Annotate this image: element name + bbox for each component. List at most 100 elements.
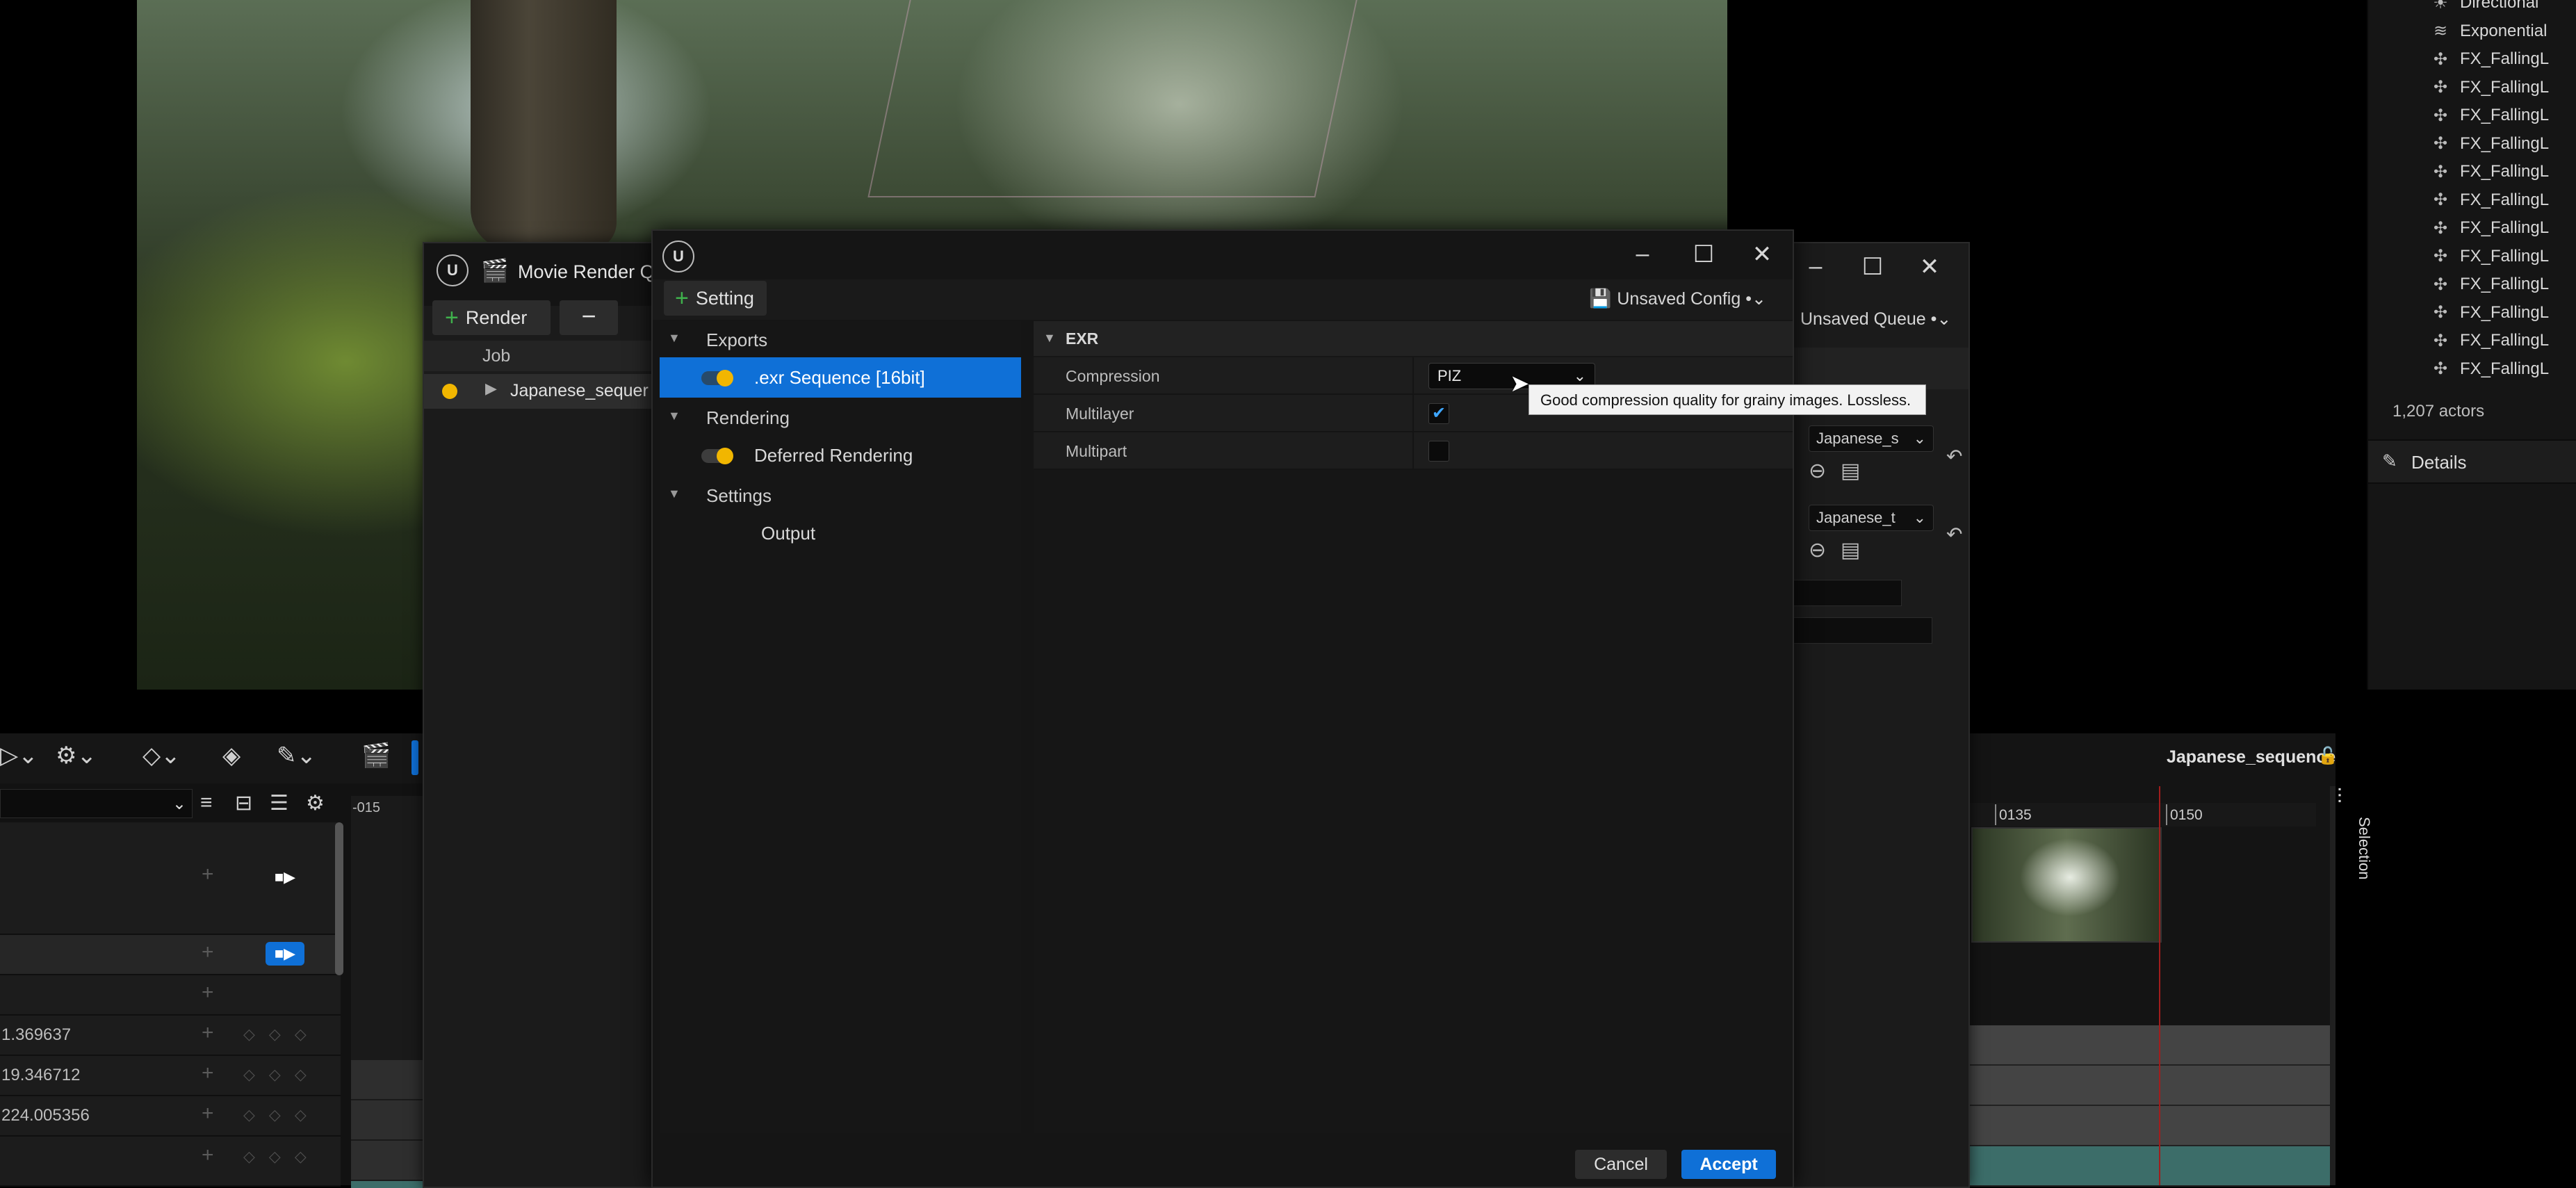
tree-category-rendering[interactable]: ▼ Rendering (660, 399, 1021, 435)
key-nav-icons[interactable]: ◇◇◇ (243, 1148, 320, 1166)
exr-section-header[interactable]: ▼ EXR (1034, 321, 1793, 356)
browse-back-icon[interactable]: ⊖ (1809, 538, 1826, 562)
camera-icon[interactable]: ■▶ (266, 865, 304, 889)
outliner-item[interactable]: ✣ FX_FallingL (2431, 186, 2549, 214)
transform-row-1[interactable]: 1.369637 + ◇◇◇ (0, 1016, 341, 1056)
unsaved-config-dropdown[interactable]: 💾 Unsaved Config •⌄ (1589, 288, 1766, 309)
sequencer-timeline-right[interactable]: Japanese_sequence 🔓 0135 0150 (1968, 733, 2338, 1187)
browse-back-icon[interactable]: ⊖ (1809, 459, 1826, 483)
add-key-icon[interactable]: ◈ (222, 742, 241, 770)
outliner-item[interactable]: ✣ FX_FallingL (2431, 130, 2549, 158)
setting-enabled-toggle[interactable] (701, 448, 733, 464)
outliner-item[interactable]: ✣ FX_FallingL (2431, 45, 2549, 73)
lock-icon[interactable]: 🔓 (2317, 746, 2338, 766)
unsaved-queue-dropdown[interactable]: Unsaved Queue •⌄ (1800, 309, 1951, 329)
revert-icon[interactable]: ↶ (1946, 445, 1962, 468)
browse-folder-icon[interactable]: ▤ (1841, 538, 1860, 562)
accept-button[interactable]: Accept (1681, 1150, 1776, 1179)
tree-item-output[interactable]: Output (660, 513, 1021, 553)
add-key-plus-icon[interactable]: + (202, 1144, 214, 1167)
track-value[interactable]: 19.346712 (1, 1066, 80, 1085)
collapse-caret-icon[interactable]: ▼ (668, 487, 680, 501)
collapse-icon[interactable]: ≡ (200, 791, 213, 815)
add-track-icon[interactable]: + (202, 941, 214, 964)
tree-category-exports[interactable]: ▼ Exports (660, 321, 1021, 357)
shot-thumbnail[interactable] (1971, 827, 2162, 943)
timeline-left[interactable]: -015 (351, 796, 434, 1188)
collapse-caret-icon[interactable]: ▼ (668, 331, 680, 345)
add-track-icon[interactable]: + (202, 981, 214, 1004)
tree-item-exr-sequence[interactable]: .exr Sequence [16bit] (660, 357, 1021, 398)
minimize-icon[interactable]: – (1802, 253, 1829, 280)
outliner-item[interactable]: ✣ FX_FallingL (2431, 74, 2549, 101)
transform-row-2[interactable]: 19.346712 + ◇◇◇ (0, 1056, 341, 1096)
job-enabled-toggle[interactable] (442, 384, 457, 399)
preset-dropdown-2[interactable]: Japanese_t ⌄ (1809, 505, 1934, 531)
output-field-1[interactable] (1792, 580, 1902, 606)
outliner-item[interactable]: ≋ Exponential (2431, 17, 2548, 45)
outliner-item[interactable]: ✣ FX_FallingL (2431, 214, 2549, 242)
transform-row-4[interactable]: + ◇◇◇ (0, 1137, 341, 1187)
maximize-icon[interactable]: ☐ (1859, 253, 1886, 281)
column-divider[interactable] (1412, 432, 1414, 469)
key-nav-icons[interactable]: ◇◇◇ (243, 1066, 320, 1084)
revert-icon[interactable]: ↶ (1946, 523, 1962, 546)
play-options-icon[interactable]: ▷⌄ (0, 742, 38, 770)
add-track-icon[interactable]: + (202, 863, 214, 886)
expand-icon[interactable]: ⊟ (235, 791, 252, 815)
column-divider[interactable] (1412, 395, 1414, 431)
collapse-caret-icon[interactable]: ▼ (668, 409, 680, 423)
details-tab[interactable]: ✎ Details (2368, 439, 2576, 484)
outliner-item[interactable]: ✣ FX_FallingL (2431, 243, 2549, 270)
outliner-item[interactable]: ✣ FX_FallingL (2431, 270, 2549, 298)
minimize-icon[interactable]: – (1629, 241, 1656, 268)
setting-enabled-toggle[interactable] (701, 370, 733, 386)
collapse-caret-icon[interactable]: ▼ (1043, 331, 1056, 345)
outliner-item[interactable]: ✣ FX_FallingL (2431, 355, 2549, 383)
remove-job-button[interactable]: − (560, 300, 618, 335)
camera-track-row[interactable]: + ■▶ (0, 822, 341, 935)
multilayer-checkbox[interactable]: ✔ (1428, 403, 1449, 424)
output-field-2[interactable] (1792, 617, 1932, 644)
render-movie-icon[interactable]: 🎬 (361, 742, 391, 770)
add-key-plus-icon[interactable]: + (202, 1102, 214, 1125)
track-scrollbar[interactable] (335, 822, 343, 975)
outliner-item[interactable]: ✣ FX_FallingL (2431, 158, 2549, 186)
gear-dropdown-icon[interactable]: ⚙⌄ (56, 742, 97, 770)
playhead[interactable] (2159, 786, 2160, 1185)
settings-icon[interactable]: ⚙ (306, 791, 325, 815)
expand-arrow-icon[interactable]: ▶ (485, 380, 497, 398)
cancel-button[interactable]: Cancel (1575, 1150, 1667, 1179)
track-value[interactable]: 1.369637 (1, 1025, 71, 1045)
multipart-checkbox[interactable] (1428, 441, 1449, 462)
add-render-button[interactable]: + Render (432, 300, 551, 335)
key-dropdown-icon[interactable]: ◇⌄ (142, 742, 181, 770)
outliner-item[interactable]: ✣ FX_FallingL (2431, 327, 2549, 355)
job-row[interactable]: ▶ Japanese_sequer (424, 374, 653, 409)
key-nav-icons[interactable]: ◇◇◇ (243, 1025, 320, 1043)
key-nav-icons[interactable]: ◇◇◇ (243, 1106, 320, 1124)
time-ruler[interactable]: 0135 0150 (1968, 803, 2316, 827)
outliner-item[interactable]: ✣ FX_FallingL (2431, 101, 2549, 129)
selection-tab[interactable]: ⫶ Selection (2330, 786, 2373, 925)
add-setting-button[interactable]: + Setting (664, 281, 767, 316)
track-value[interactable]: 224.005356 (1, 1106, 90, 1125)
column-divider[interactable] (1412, 357, 1414, 393)
close-icon[interactable]: ✕ (1916, 253, 1943, 281)
camera-active-icon[interactable]: ■▶ (266, 942, 304, 966)
maximize-icon[interactable]: ☐ (1690, 241, 1718, 268)
curve-editor-icon[interactable]: ✎⌄ (277, 742, 316, 770)
add-key-plus-icon[interactable]: + (202, 1021, 214, 1045)
dialog-titlebar[interactable]: U – ☐ ✕ (653, 231, 1793, 279)
close-icon[interactable]: ✕ (1748, 241, 1776, 268)
job-column-header[interactable]: Job (424, 341, 653, 371)
add-key-plus-icon[interactable]: + (202, 1061, 214, 1085)
sequencer-filter-dropdown[interactable]: ⌄ (0, 789, 193, 818)
preset-dropdown-1[interactable]: Japanese_s ⌄ (1809, 425, 1934, 452)
tree-category-settings[interactable]: ▼ Settings (660, 477, 1021, 513)
camera-cut-row[interactable]: + ■▶ (0, 935, 341, 975)
outliner-item[interactable]: ✣ FX_FallingL (2431, 299, 2549, 327)
list-icon[interactable]: ☰ (270, 791, 288, 815)
outliner-item[interactable]: ☀ Directional (2431, 0, 2538, 17)
tree-item-deferred-rendering[interactable]: Deferred Rendering (660, 435, 1021, 475)
